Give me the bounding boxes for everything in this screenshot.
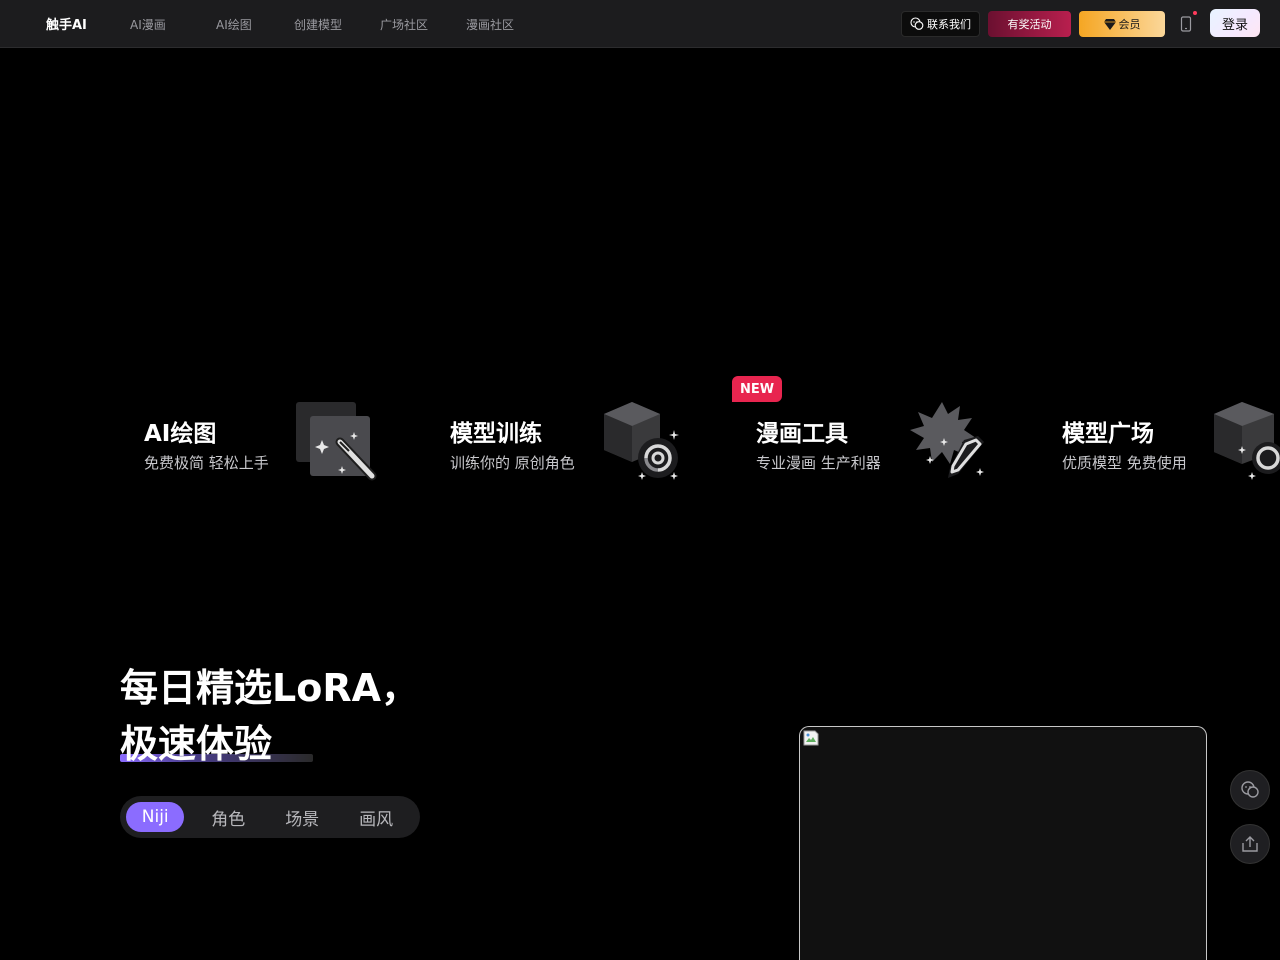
- contact-us-button[interactable]: 联系我们: [901, 11, 980, 37]
- feature-subtitle: 免费极简 轻松上手: [144, 454, 269, 472]
- feature-comic-tools[interactable]: 漫画工具 专业漫画 生产利器: [756, 400, 996, 490]
- hero-title-line2: 极速体验: [120, 722, 273, 766]
- model-stack-icon: [1214, 402, 1280, 480]
- feature-subtitle: 训练你的 原创角色: [450, 454, 575, 472]
- prize-activity-button[interactable]: 有奖活动: [988, 11, 1071, 37]
- login-label: 登录: [1221, 17, 1248, 33]
- feature-title: AI绘图: [144, 421, 217, 447]
- nav-create-model[interactable]: 创建模型: [294, 16, 346, 33]
- hero-title-line1: 每日精选LoRA，: [120, 666, 419, 710]
- share-icon: [1242, 836, 1258, 852]
- wechat-icon: [1241, 781, 1259, 798]
- floating-wechat-button[interactable]: [1230, 770, 1270, 810]
- feature-title: 模型训练: [450, 421, 542, 447]
- brand-logo[interactable]: 触手AI: [46, 14, 87, 33]
- feature-model-training[interactable]: 模型训练 训练你的 原创角色: [450, 400, 690, 490]
- broken-image-icon: [803, 730, 819, 746]
- new-badge: NEW: [732, 376, 782, 402]
- vip-button[interactable]: 会员: [1079, 11, 1165, 37]
- mobile-app-icon[interactable]: [1180, 16, 1192, 32]
- main-nav: AI漫画 AI绘图 创建模型 广场社区 漫画社区: [130, 0, 548, 48]
- hero-title: 每日精选LoRA， 极速体验: [120, 660, 419, 772]
- lora-category-tabs: Niji 角色 场景 画风: [120, 796, 420, 838]
- nav-comic-community[interactable]: 漫画社区: [466, 16, 514, 33]
- contact-us-label: 联系我们: [927, 18, 971, 31]
- feature-title: 漫画工具: [756, 421, 848, 447]
- feature-ai-drawing[interactable]: AI绘图 免费极简 轻松上手: [144, 400, 384, 490]
- diamond-icon: [1103, 18, 1116, 30]
- vip-label: 会员: [1118, 18, 1141, 31]
- nav-plaza-community[interactable]: 广场社区: [380, 16, 432, 33]
- login-button[interactable]: 登录: [1210, 9, 1260, 37]
- cube-training-icon: [604, 402, 679, 480]
- comic-pen-icon: [910, 402, 984, 478]
- nav-ai-drawing[interactable]: AI绘图: [216, 16, 260, 33]
- tab-niji[interactable]: Niji: [126, 802, 185, 832]
- nav-ai-comic[interactable]: AI漫画: [130, 16, 182, 33]
- notification-dot: [1193, 11, 1197, 15]
- wechat-icon: [910, 17, 924, 30]
- feature-subtitle: 专业漫画 生产利器: [756, 454, 881, 472]
- feature-subtitle: 优质模型 免费使用: [1062, 454, 1187, 472]
- lora-preview-card[interactable]: [799, 726, 1207, 960]
- tab-scene[interactable]: 场景: [272, 802, 332, 832]
- tab-character[interactable]: 角色: [184, 802, 272, 832]
- tab-art-style[interactable]: 画风: [332, 802, 420, 832]
- feature-model-plaza[interactable]: 模型广场 优质模型 免费使用: [1062, 400, 1280, 490]
- magic-wand-icon: [296, 402, 377, 481]
- floating-share-button[interactable]: [1230, 824, 1270, 864]
- prize-activity-label: 有奖活动: [1007, 18, 1052, 31]
- feature-title: 模型广场: [1062, 421, 1154, 447]
- top-navbar: 触手AI AI漫画 AI绘图 创建模型 广场社区 漫画社区 联系我们 有奖活动 …: [0, 0, 1280, 48]
